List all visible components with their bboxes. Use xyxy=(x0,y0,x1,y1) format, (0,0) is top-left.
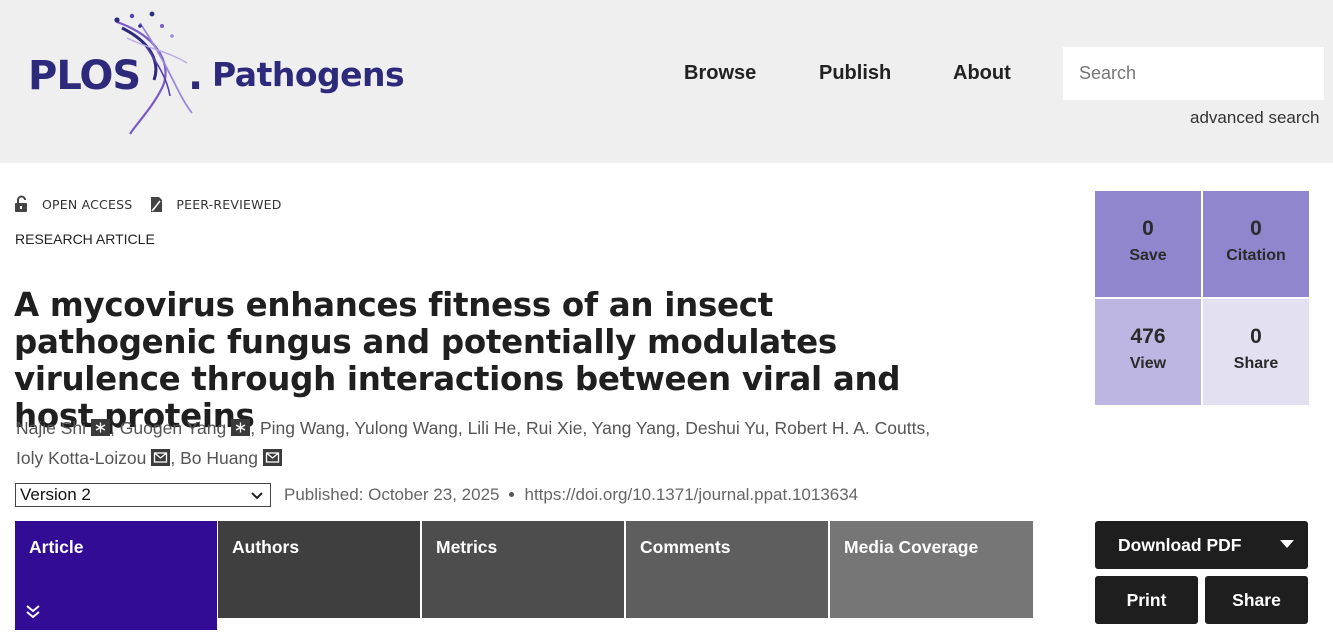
logo-dot: . xyxy=(188,53,204,99)
doi-link[interactable]: https://doi.org/10.1371/journal.ppat.101… xyxy=(524,485,858,504)
download-pdf-label: Download PDF xyxy=(1118,535,1242,555)
chevron-down-icon xyxy=(251,492,263,500)
nav-about[interactable]: About xyxy=(953,62,1011,85)
article-type: RESEARCH ARTICLE xyxy=(15,231,155,247)
metric-citation-label: Citation xyxy=(1226,247,1286,264)
author-name[interactable]: Ping Wang xyxy=(260,418,345,438)
author-name[interactable]: Bo Huang xyxy=(180,448,258,468)
author-separator: , xyxy=(582,418,588,438)
caret-down-icon[interactable] xyxy=(1280,540,1294,548)
version-select[interactable]: Version 2 xyxy=(15,483,271,507)
peer-reviewed-icon xyxy=(151,197,163,212)
tab-metrics-label: Metrics xyxy=(436,537,498,557)
author-separator: , xyxy=(516,418,522,438)
author-name[interactable]: Rui Xie xyxy=(526,418,582,438)
metric-share-count: 0 xyxy=(1250,325,1262,348)
email-icon[interactable] xyxy=(151,448,171,466)
logo-plos-text: PLOS xyxy=(28,53,141,99)
search-input[interactable] xyxy=(1063,47,1324,100)
author-separator: , xyxy=(764,418,770,438)
tab-comments[interactable]: Comments xyxy=(626,521,828,618)
author-separator: , xyxy=(110,418,115,438)
publication-info: Published: October 23, 2025 https://doi.o… xyxy=(284,485,858,505)
published-date: Published: October 23, 2025 xyxy=(284,485,500,504)
metric-save-label: Save xyxy=(1129,247,1167,264)
author-item[interactable]: Guogen Yang, xyxy=(120,418,255,438)
metric-citation[interactable]: 0 Citation xyxy=(1203,191,1309,297)
tab-media-coverage[interactable]: Media Coverage xyxy=(830,521,1033,618)
email-icon[interactable] xyxy=(262,448,282,466)
tab-authors[interactable]: Authors xyxy=(218,521,420,618)
author-item[interactable]: Yulong Wang, xyxy=(354,418,462,438)
equal-contribution-icon[interactable] xyxy=(231,419,251,436)
open-lock-icon xyxy=(15,195,27,212)
author-item[interactable]: Lili He, xyxy=(468,418,522,438)
tab-comments-label: Comments xyxy=(640,537,731,557)
separator-dot xyxy=(509,491,515,497)
print-button[interactable]: Print xyxy=(1095,576,1198,624)
author-separator: , xyxy=(925,418,931,438)
advanced-search-link[interactable]: advanced search xyxy=(1190,108,1319,128)
author-item[interactable]: Yang Yang, xyxy=(592,418,681,438)
author-list: Najie Shi, Guogen Yang, Ping Wang, Yulon… xyxy=(16,414,976,473)
author-name[interactable]: Ioly Kotta-Loizou xyxy=(16,448,146,468)
nav-browse[interactable]: Browse xyxy=(684,62,756,85)
tab-authors-label: Authors xyxy=(232,537,300,557)
download-pdf-button[interactable]: Download PDF xyxy=(1095,521,1308,569)
double-chevron-down-icon[interactable] xyxy=(25,603,41,619)
author-name[interactable]: Robert H. A. Coutts xyxy=(774,418,925,438)
metric-view-label: View xyxy=(1129,355,1167,372)
author-item[interactable]: Najie Shi, xyxy=(16,418,115,438)
author-item[interactable]: Robert H. A. Coutts, xyxy=(774,418,930,438)
tab-article-label: Article xyxy=(29,537,84,557)
site-header: PLOS . Pathogens Browse Publish About ad… xyxy=(0,0,1333,163)
author-name[interactable]: Yulong Wang xyxy=(354,418,457,438)
author-name[interactable]: Yang Yang xyxy=(592,418,676,438)
author-separator: , xyxy=(457,418,463,438)
author-name[interactable]: Guogen Yang xyxy=(120,418,226,438)
equal-contribution-icon[interactable] xyxy=(91,419,111,436)
article-title: A mycovirus enhances fitness of an insec… xyxy=(14,286,901,435)
article-badges: OPEN ACCESS PEER-REVIEWED xyxy=(14,193,298,215)
author-item[interactable]: Ioly Kotta-Loizou, xyxy=(16,448,175,468)
open-access-label: OPEN ACCESS xyxy=(42,196,133,212)
metric-save-count: 0 xyxy=(1142,217,1154,240)
author-name[interactable]: Najie Shi xyxy=(16,418,86,438)
nav-publish[interactable]: Publish xyxy=(819,62,891,85)
author-item[interactable]: Deshui Yu, xyxy=(685,418,769,438)
tab-media-coverage-label: Media Coverage xyxy=(844,537,979,557)
author-item[interactable]: Ping Wang, xyxy=(260,418,350,438)
metric-view-count: 476 xyxy=(1130,325,1166,348)
author-item[interactable]: Bo Huang xyxy=(180,448,282,468)
metric-citation-count: 0 xyxy=(1250,217,1262,240)
metric-save[interactable]: 0 Save xyxy=(1095,191,1201,297)
author-separator: , xyxy=(344,418,350,438)
tab-metrics[interactable]: Metrics xyxy=(422,521,624,618)
metric-view[interactable]: 476 View xyxy=(1095,299,1201,405)
author-item[interactable]: Rui Xie, xyxy=(526,418,587,438)
metric-share-label: Share xyxy=(1233,355,1279,372)
version-selected-value: Version 2 xyxy=(20,485,91,504)
plos-pathogens-logo[interactable]: PLOS . Pathogens xyxy=(22,8,422,138)
peer-reviewed-label: PEER-REVIEWED xyxy=(176,196,282,212)
author-separator: , xyxy=(675,418,681,438)
metric-share[interactable]: 0 Share xyxy=(1203,299,1309,405)
author-separator: , xyxy=(250,418,256,438)
author-separator: , xyxy=(170,447,176,468)
logo-journal-text: Pathogens xyxy=(212,55,405,94)
author-name[interactable]: Lili He xyxy=(468,418,517,438)
tab-article[interactable]: Article xyxy=(15,521,217,630)
author-name[interactable]: Deshui Yu xyxy=(685,418,764,438)
share-button[interactable]: Share xyxy=(1205,576,1308,624)
